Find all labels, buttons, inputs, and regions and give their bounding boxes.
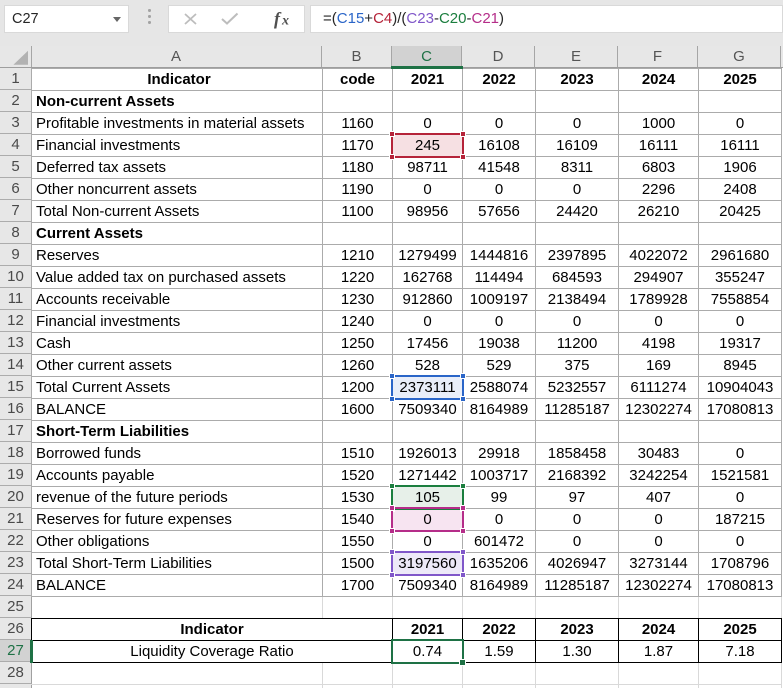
svg-text:x: x [281, 14, 289, 29]
svg-text:f: f [274, 9, 282, 29]
